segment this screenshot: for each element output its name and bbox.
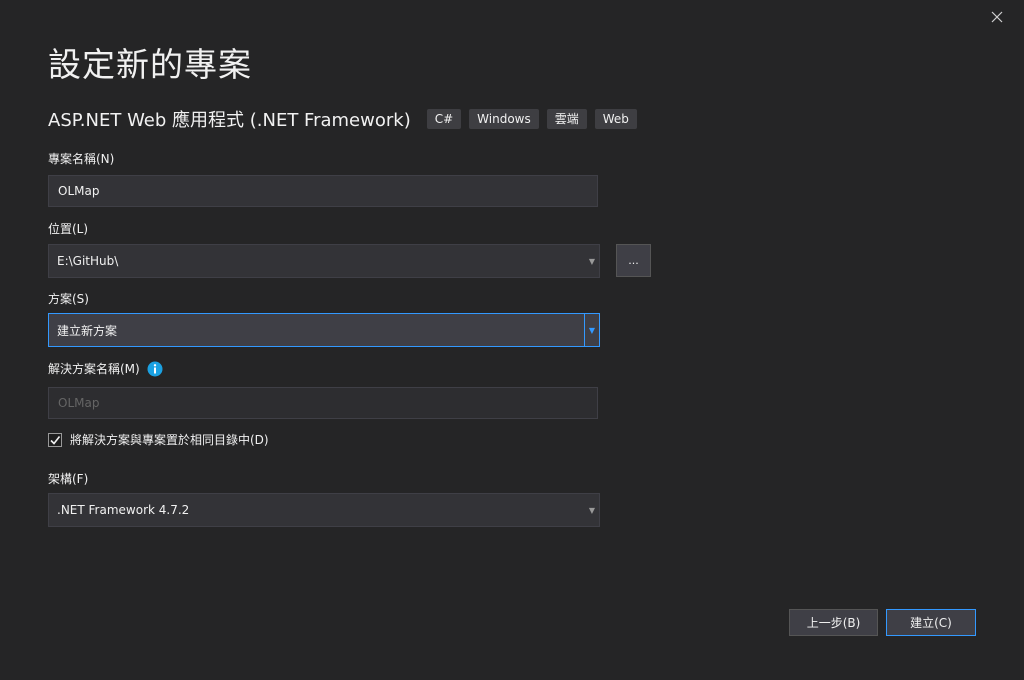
info-icon[interactable] <box>147 361 163 377</box>
same-directory-label[interactable]: 將解決方案與專案置於相同目錄中(D) <box>70 431 269 448</box>
tag-language: C# <box>426 109 462 129</box>
location-label: 位置(L) <box>48 222 89 236</box>
same-directory-option[interactable]: 將解決方案與專案置於相同目錄中(D) <box>48 431 269 448</box>
chevron-down-icon[interactable]: ▼ <box>585 245 599 277</box>
solution-name-value: OLMap <box>58 396 100 410</box>
framework-label: 架構(F) <box>48 472 89 486</box>
page-title: 設定新的專案 <box>48 45 252 84</box>
project-name-input[interactable]: OLMap <box>48 175 598 207</box>
solution-dropdown[interactable]: 建立新方案 ▼ <box>48 313 600 347</box>
location-combobox[interactable]: E:\GitHub\ ▼ <box>48 244 600 278</box>
chevron-down-icon[interactable]: ▼ <box>584 314 599 346</box>
create-button[interactable]: 建立(C) <box>886 609 976 636</box>
template-header: ASP.NET Web 應用程式 (.NET Framework) C# Win… <box>48 106 645 132</box>
tag-platform: Windows <box>469 109 539 129</box>
location-value: E:\GitHub\ <box>57 254 119 268</box>
solution-value: 建立新方案 <box>57 323 118 338</box>
solution-label: 方案(S) <box>48 292 89 306</box>
browse-button[interactable]: ... <box>616 244 651 277</box>
framework-dropdown[interactable]: .NET Framework 4.7.2 ▼ <box>48 493 600 527</box>
close-button[interactable] <box>984 6 1010 28</box>
check-icon <box>50 435 61 445</box>
close-icon <box>991 11 1003 23</box>
chevron-down-icon[interactable]: ▼ <box>585 494 599 526</box>
project-name-value: OLMap <box>58 184 100 198</box>
solution-name-label-row: 解決方案名稱(M) <box>48 360 163 377</box>
same-directory-checkbox[interactable] <box>48 432 62 447</box>
solution-name-input: OLMap <box>48 387 598 419</box>
solution-name-label: 解決方案名稱(M) <box>48 362 140 376</box>
framework-value: .NET Framework 4.7.2 <box>57 503 190 517</box>
configure-project-dialog: 設定新的專案 ASP.NET Web 應用程式 (.NET Framework)… <box>0 0 1024 680</box>
back-button[interactable]: 上一步(B) <box>789 609 878 636</box>
tag-web: Web <box>594 109 637 129</box>
project-name-label: 專案名稱(N) <box>48 152 115 166</box>
template-name: ASP.NET Web 應用程式 (.NET Framework) <box>48 110 411 131</box>
tag-cloud: 雲端 <box>546 109 587 129</box>
